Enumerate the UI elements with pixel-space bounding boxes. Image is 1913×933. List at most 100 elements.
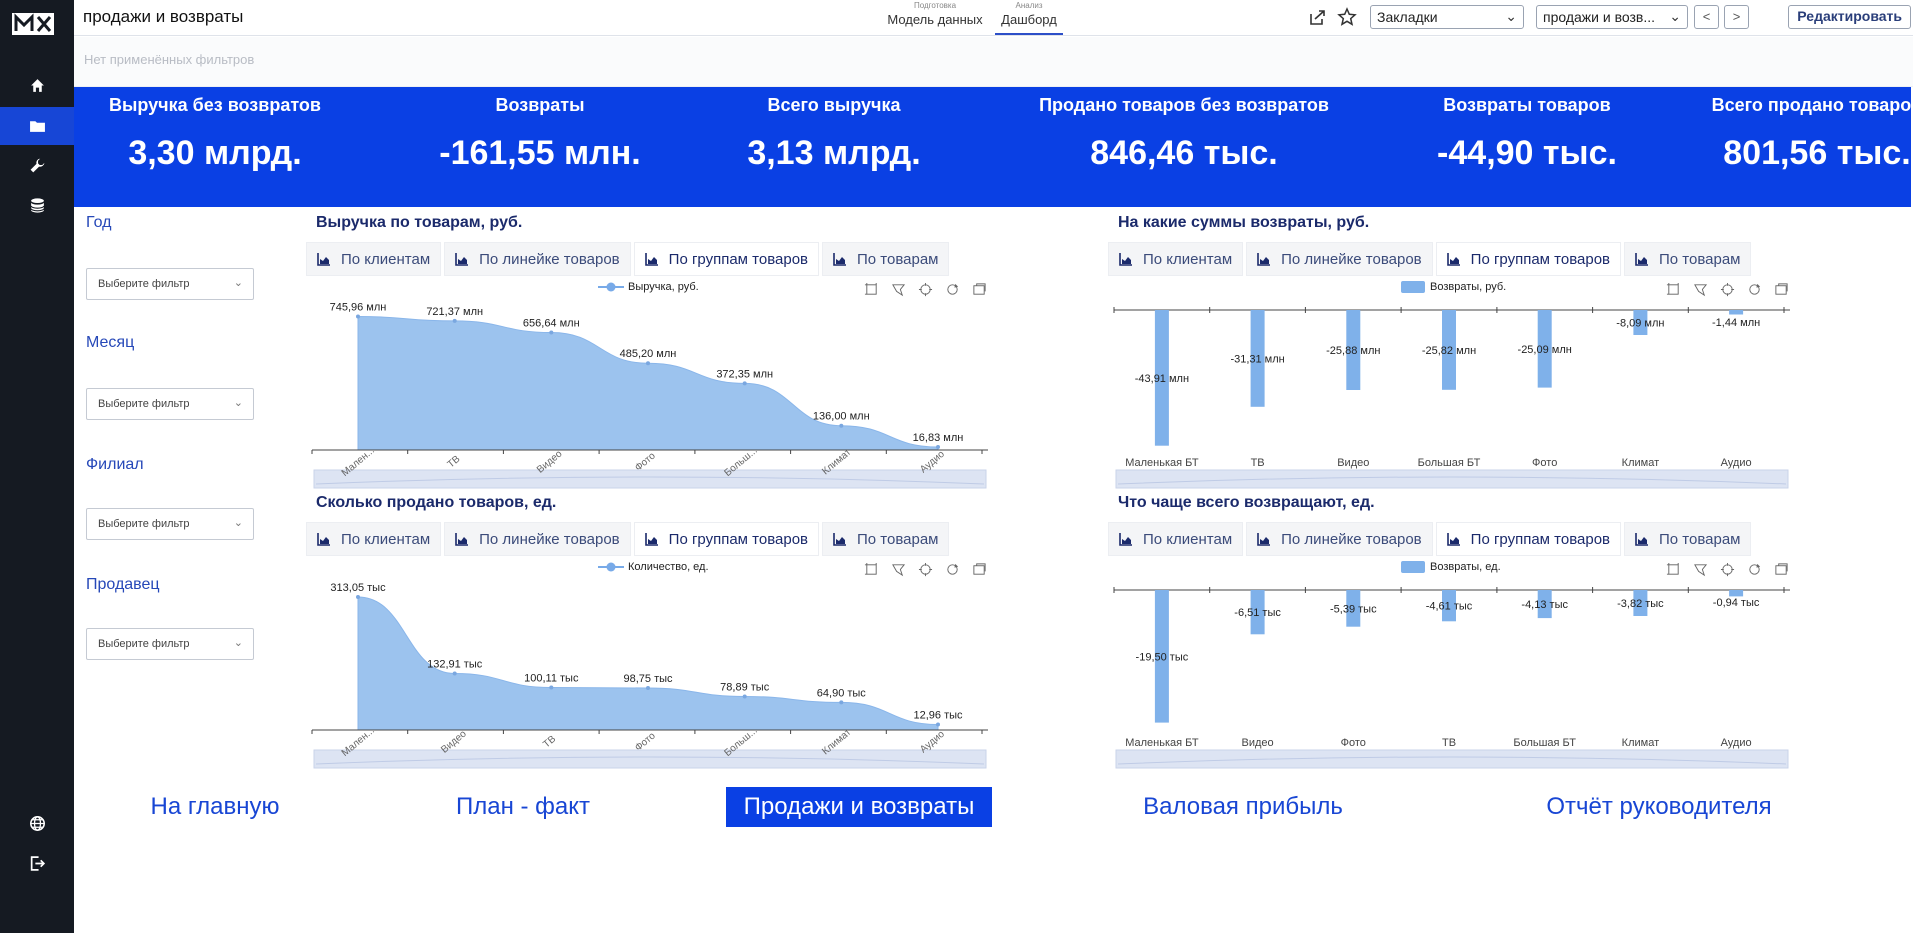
tab-product-groups[interactable]: По группам товаров bbox=[1435, 522, 1621, 556]
restore-button[interactable] bbox=[939, 561, 966, 577]
tab-product-groups[interactable]: По группам товаров bbox=[633, 522, 819, 556]
data-point[interactable] bbox=[936, 722, 940, 727]
save-image-button[interactable] bbox=[966, 281, 993, 297]
lasso-select-button[interactable] bbox=[1687, 281, 1714, 297]
data-point[interactable] bbox=[742, 381, 747, 386]
restore-button[interactable] bbox=[1741, 281, 1768, 297]
tab-clients[interactable]: По клиентам bbox=[1108, 522, 1244, 556]
nav-home[interactable] bbox=[0, 66, 74, 104]
data-label: -4,61 тыс bbox=[1426, 601, 1473, 613]
lasso-select-button[interactable] bbox=[885, 561, 912, 577]
chevron-left-icon: < bbox=[1702, 9, 1711, 24]
nav-tools[interactable] bbox=[0, 146, 74, 184]
nav-link-home[interactable]: На главную bbox=[133, 787, 297, 827]
restore-button[interactable] bbox=[1741, 561, 1768, 577]
save-image-button[interactable] bbox=[1768, 561, 1795, 577]
restore-button[interactable] bbox=[939, 281, 966, 297]
reset-zoom-button[interactable] bbox=[912, 561, 939, 577]
lasso-select-button[interactable] bbox=[885, 281, 912, 297]
data-point[interactable] bbox=[452, 671, 457, 676]
save-image-button[interactable] bbox=[966, 561, 993, 577]
data-point[interactable] bbox=[839, 423, 844, 428]
tab-clients[interactable]: По клиентам bbox=[1108, 242, 1244, 276]
tab-dashboard[interactable]: Анализ Дашборд bbox=[995, 0, 1063, 35]
reset-zoom-button[interactable] bbox=[1714, 281, 1741, 297]
nav-link-plan-fact[interactable]: План - факт bbox=[440, 787, 606, 827]
tab-label: По группам товаров bbox=[668, 250, 808, 268]
zoom-slider[interactable] bbox=[1115, 469, 1789, 489]
next-sheet-button[interactable]: > bbox=[1724, 5, 1749, 29]
filter-year-select[interactable]: Выберите фильтр ⌄ bbox=[86, 268, 254, 300]
data-point[interactable] bbox=[742, 694, 747, 699]
data-point[interactable] bbox=[839, 700, 844, 705]
tab-products[interactable]: По товарам bbox=[822, 242, 950, 276]
chart-plot-returns-amount[interactable]: -43,91 млн Маленькая БТ -31,31 млн ТВ -25,88… bbox=[1113, 304, 1790, 490]
bar[interactable] bbox=[1729, 310, 1744, 315]
zoom-area-button[interactable] bbox=[858, 561, 885, 577]
nav-link-manager-report[interactable]: Отчёт руководителя bbox=[1528, 787, 1790, 827]
zoom-slider[interactable] bbox=[313, 469, 987, 489]
chart-legend[interactable]: Возвраты, ед. bbox=[1400, 560, 1501, 574]
save-image-button[interactable] bbox=[1768, 281, 1795, 297]
tab-product-line[interactable]: По линейке товаров bbox=[1246, 242, 1433, 276]
zoom-slider[interactable] bbox=[313, 749, 987, 769]
tab-label: По клиентам bbox=[1143, 250, 1233, 268]
kpi-title: Выручка без возвратов bbox=[109, 95, 321, 115]
reset-zoom-button[interactable] bbox=[912, 281, 939, 297]
chart-legend[interactable]: Выручка, руб. bbox=[598, 280, 699, 294]
zoom-slider[interactable] bbox=[1115, 749, 1789, 769]
tab-data-model[interactable]: Подготовка Модель данных bbox=[880, 0, 990, 35]
data-point[interactable] bbox=[356, 595, 360, 599]
data-point[interactable] bbox=[452, 318, 457, 323]
chart-plot-revenue-by-product[interactable]: 745,96 млнМален...721,37 млнТВ656,64 млн… bbox=[311, 302, 988, 490]
tab-products[interactable]: По товарам bbox=[1624, 242, 1752, 276]
nav-language[interactable] bbox=[0, 804, 74, 842]
chart-plot-units-sold[interactable]: 313,05 тысМален...132,91 тысВидео100,11 … bbox=[311, 582, 988, 770]
tab-clients[interactable]: По клиентам bbox=[306, 242, 442, 276]
favorite-button[interactable] bbox=[1336, 6, 1358, 28]
zoom-area-button[interactable] bbox=[1660, 561, 1687, 577]
reset-zoom-button[interactable] bbox=[1714, 561, 1741, 577]
nav-link-sales-returns[interactable]: Продажи и возвраты bbox=[726, 787, 992, 827]
legend-label: Возвраты, руб. bbox=[1430, 281, 1507, 293]
restore-icon bbox=[947, 563, 959, 575]
tab-product-groups[interactable]: По группам товаров bbox=[633, 242, 819, 276]
nav-folder[interactable] bbox=[0, 107, 74, 145]
tab-product-line[interactable]: По линейке товаров bbox=[1246, 522, 1433, 556]
bar[interactable] bbox=[1729, 590, 1744, 597]
data-point[interactable] bbox=[356, 314, 360, 319]
tab-product-line[interactable]: По линейке товаров bbox=[444, 242, 631, 276]
tab-products[interactable]: По товарам bbox=[1624, 522, 1752, 556]
tab-product-groups[interactable]: По группам товаров bbox=[1435, 242, 1621, 276]
chart-legend[interactable]: Количество, ед. bbox=[598, 560, 709, 574]
tab-label: По товарам bbox=[1659, 530, 1741, 548]
bookmarks-select[interactable]: Закладки ⌄ bbox=[1370, 5, 1524, 29]
tab-products[interactable]: По товарам bbox=[822, 522, 950, 556]
tab-clients[interactable]: По клиентам bbox=[306, 522, 442, 556]
prev-sheet-button[interactable]: < bbox=[1694, 5, 1719, 29]
share-button[interactable] bbox=[1306, 6, 1328, 28]
sheet-select[interactable]: продажи и возв... ⌄ bbox=[1536, 5, 1688, 29]
data-point[interactable] bbox=[549, 330, 554, 335]
filter-placeholder: Выберите фильтр bbox=[98, 398, 190, 410]
zoom-area-button[interactable] bbox=[858, 281, 885, 297]
chart-plot-returns-units[interactable]: -19,50 тыс Маленькая БТ -6,51 тыс Видео -5,3… bbox=[1113, 584, 1790, 770]
zoom-area-icon bbox=[864, 562, 877, 575]
tab-product-line[interactable]: По линейке товаров bbox=[444, 522, 631, 556]
nav-link-gross-profit[interactable]: Валовая прибыль bbox=[1126, 787, 1360, 827]
data-point[interactable] bbox=[549, 685, 554, 690]
zoom-area-button[interactable] bbox=[1660, 281, 1687, 297]
lasso-select-button[interactable] bbox=[1687, 561, 1714, 577]
filter-branch-select[interactable]: Выберите фильтр ⌄ bbox=[86, 508, 254, 540]
data-point[interactable] bbox=[646, 686, 650, 690]
filter-seller-select[interactable]: Выберите фильтр ⌄ bbox=[86, 628, 254, 660]
edit-button[interactable]: Редактировать bbox=[1788, 5, 1911, 29]
chart-legend[interactable]: Возвраты, руб. bbox=[1400, 280, 1506, 294]
app-logo[interactable] bbox=[12, 13, 54, 35]
tab-label: По линейке товаров bbox=[1281, 530, 1422, 548]
area-series[interactable] bbox=[357, 315, 939, 451]
data-point[interactable] bbox=[646, 361, 650, 366]
nav-logout[interactable] bbox=[0, 844, 74, 882]
filter-month-select[interactable]: Выберите фильтр ⌄ bbox=[86, 388, 254, 420]
nav-data[interactable] bbox=[0, 186, 74, 224]
